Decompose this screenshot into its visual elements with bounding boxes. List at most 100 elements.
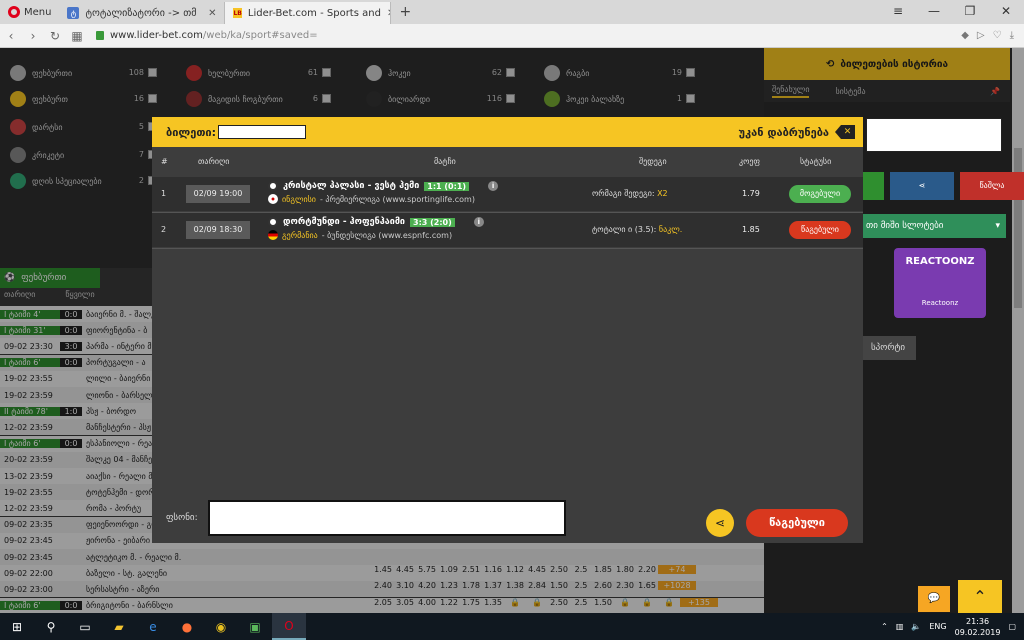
share-ticket-button[interactable]: ⋖ xyxy=(890,172,954,200)
redacted-ticket-id xyxy=(218,125,307,139)
new-tab-button[interactable]: + xyxy=(391,4,419,20)
firefox-icon[interactable]: ● xyxy=(170,613,204,640)
share-icon[interactable]: ⋖ xyxy=(706,509,734,537)
bet-selection: ნაკლ. xyxy=(658,225,683,234)
forward-icon[interactable]: › xyxy=(22,29,44,43)
green-action-button[interactable] xyxy=(860,172,884,200)
bet-odd: 1.79 xyxy=(742,189,760,198)
bet-odd: 1.85 xyxy=(742,225,760,234)
notifications-icon[interactable]: ▢ xyxy=(1008,622,1016,631)
backspace-icon: ✕ xyxy=(835,125,855,139)
edge-icon[interactable]: e xyxy=(136,613,170,640)
bet-number: 2 xyxy=(161,225,167,234)
filter-icon[interactable]: ≡ xyxy=(880,0,916,24)
reload-icon[interactable]: ↻ xyxy=(44,29,66,43)
file-explorer-icon[interactable]: ▰ xyxy=(102,613,136,640)
task-view-icon[interactable]: ▭ xyxy=(68,613,102,640)
pin-label: ფსონი: xyxy=(166,513,198,523)
modal-header: ბილეთი: უკან დაბრუნება ✕ xyxy=(152,117,863,147)
opera-taskbar-icon[interactable]: O xyxy=(272,613,306,640)
opera-menu-button[interactable]: Menu xyxy=(0,0,59,24)
clock-date: 09.02.2019 xyxy=(954,627,1001,637)
search-icon[interactable]: ⚲ xyxy=(34,613,68,640)
volume-icon[interactable]: 🔈 xyxy=(911,622,921,631)
country-flag-icon xyxy=(268,230,278,240)
final-status-button[interactable]: წაგებული xyxy=(746,509,848,537)
bet-status-badge[interactable]: წაგებული xyxy=(789,221,851,239)
bet-market: ტოტალი ი (3.5): ნაკლ. xyxy=(592,225,682,234)
col-odd: კოეფ xyxy=(739,156,761,166)
tab-title: Lider-Bet.com - Sports and xyxy=(247,7,381,19)
download-icon[interactable]: ⤓ xyxy=(1010,30,1014,41)
match-name: დორტმუნდი - ჰოფენჰაიმი xyxy=(283,217,406,227)
ticket-action-buttons: ⋖ წაშლა xyxy=(860,172,1024,200)
col-date: თარიღი xyxy=(198,156,230,166)
soccer-ball-icon xyxy=(268,217,278,227)
address-bar: ‹ › ↻ ▦ www.lider-bet.com/web/ka/sport#s… xyxy=(0,24,1024,48)
minimize-icon[interactable]: — xyxy=(916,0,952,24)
snapshot-icon[interactable]: ▷ xyxy=(977,30,985,41)
liderbet-favicon-icon: LB xyxy=(233,8,242,18)
country-flag-icon xyxy=(268,194,278,204)
clock-time: 21:36 xyxy=(966,616,990,626)
windows-start-icon[interactable]: ⊞ xyxy=(0,613,34,640)
col-status: სტატუსი xyxy=(800,156,832,166)
match-name: კრისტალ პალასი - ვესტ ჰემი xyxy=(283,181,420,191)
restore-icon[interactable]: ❐ xyxy=(952,0,988,24)
match-info: კრისტალ პალასი - ვესტ ჰემი 1:1 (0:1) i ინგლ… xyxy=(268,181,588,204)
game-title: REACTOONZ xyxy=(905,256,975,267)
window-controls: ≡ — ❐ ✕ xyxy=(880,0,1024,24)
info-icon[interactable]: i xyxy=(488,181,499,191)
bet-selection: X2 xyxy=(657,189,668,198)
georgian-favicon-icon: ტ xyxy=(67,7,80,19)
url-domain: www.lider-bet.com xyxy=(110,30,203,41)
lock-icon xyxy=(96,31,104,40)
language-indicator[interactable]: ENG xyxy=(929,622,946,631)
tab-title: ტოტალიზატორი -> თმ xyxy=(85,7,197,19)
app-green-icon[interactable]: ▣ xyxy=(238,613,272,640)
ticket-label: ბილეთი: xyxy=(166,125,217,139)
tab-sports[interactable]: სპორტი xyxy=(860,336,916,360)
bet-date: 02/09 18:30 xyxy=(186,221,250,239)
tab-totalizator[interactable]: ტ ტოტალიზატორი -> თმ ✕ xyxy=(59,2,226,24)
redacted-box xyxy=(866,118,1002,152)
bet-date: 02/09 19:00 xyxy=(186,185,250,203)
bookmark-heart-icon[interactable]: ♡ xyxy=(993,30,1002,41)
back-icon[interactable]: ‹ xyxy=(0,29,22,43)
league-name: - პრემიერლიგა (www.sportinglife.com) xyxy=(319,194,475,204)
address-bar-icons: ◆ ▷ ♡ ⤓ xyxy=(961,30,1024,41)
chevron-down-icon[interactable]: ▾ xyxy=(995,214,1000,238)
country-name: ინგლისი xyxy=(282,194,316,204)
tray-chevron-icon[interactable]: ⌃ xyxy=(881,622,888,631)
info-icon[interactable]: i xyxy=(473,217,484,227)
url-path: /web/ka/sport#saved= xyxy=(202,30,318,41)
col-match: მატჩი xyxy=(434,156,456,166)
reactoonz-game-card[interactable]: REACTOONZ Reactoonz xyxy=(894,248,986,318)
close-window-icon[interactable]: ✕ xyxy=(988,0,1024,24)
url-field[interactable]: www.lider-bet.com/web/ka/sport#saved= xyxy=(96,30,961,41)
game-subtitle: Reactoonz xyxy=(921,299,959,307)
delete-button[interactable]: წაშლა xyxy=(960,172,1024,200)
network-icon[interactable]: ▥ xyxy=(896,622,904,631)
vpn-icon[interactable]: ◆ xyxy=(961,30,969,41)
match-score: 1:1 (0:1) xyxy=(424,181,470,191)
col-outcome: შედეგი xyxy=(639,156,667,166)
chrome-icon[interactable]: ◉ xyxy=(204,613,238,640)
bet-row: 1 02/09 19:00 კრისტალ პალასი - ვესტ ჰემი 1:… xyxy=(152,177,863,211)
close-tab-icon[interactable]: ✕ xyxy=(208,8,216,19)
clock[interactable]: 21:36 09.02.2019 xyxy=(955,616,1001,638)
soccer-ball-icon xyxy=(268,181,278,191)
modal-footer: ფსონი: ⋖ წაგებული xyxy=(152,497,863,543)
match-score: 3:3 (2:0) xyxy=(410,217,455,227)
tab-liderbet[interactable]: LB Lider-Bet.com - Sports and ✕ xyxy=(225,2,392,24)
ticket-modal: ბილეთი: უკან დაბრუნება ✕ # თარიღი მატჩი … xyxy=(152,117,863,543)
scroll-up-icon[interactable]: ⌃ xyxy=(958,580,1002,614)
back-button[interactable]: უკან დაბრუნება ✕ xyxy=(739,125,855,139)
windows-taskbar: ⊞ ⚲ ▭ ▰ e ● ◉ ▣ O ⌃ ▥ 🔈 ENG 21:36 09.02.… xyxy=(0,613,1024,640)
speed-dial-icon[interactable]: ▦ xyxy=(66,29,88,43)
bet-status-badge[interactable]: მოგებული xyxy=(789,185,851,203)
slots-header[interactable]: თი მიში სლოტები ▾ xyxy=(860,214,1006,238)
back-label: უკან დაბრუნება xyxy=(738,125,829,139)
menu-label: Menu xyxy=(24,6,52,18)
chat-icon[interactable]: 💬 xyxy=(918,586,950,612)
